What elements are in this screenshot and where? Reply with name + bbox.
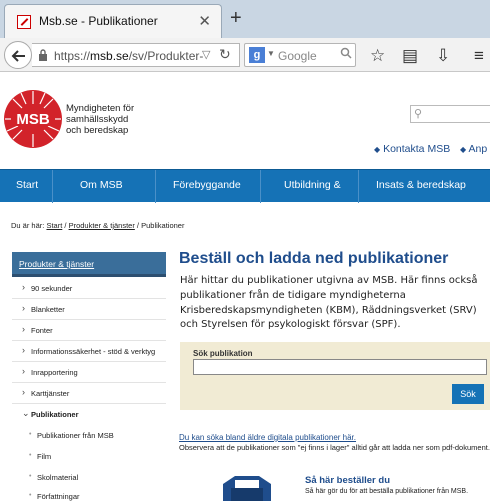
howto-text: Så här gör du för att beställa publikati… [305,488,469,495]
web-search-placeholder: Google [278,49,317,63]
sidebar-subitem-film[interactable]: • Film [12,446,166,467]
browser-tabbar: Msb.se - Publikationer ✕ + [0,0,490,38]
sidebar-subitem-forfattningar[interactable]: • Författningar [12,486,166,501]
tab-title: Msb.se - Publikationer [39,14,158,28]
bullet-icon: • [29,473,32,480]
diamond-icon: ◆ [460,145,467,154]
intro-text: Här hittar du publikationer utgivna av M… [180,275,478,331]
search-label: Sök publikation [193,349,253,358]
bullet-icon: • [29,452,32,459]
nav-start[interactable]: Start [16,170,38,203]
publication-search-panel: Sök publikation Sök [180,342,490,410]
older-publications-link[interactable]: Du kan söka bland äldre digitala publika… [179,433,356,442]
lock-icon [39,49,47,61]
order-icon [223,476,271,501]
anp-link[interactable]: ◆ Anp [460,143,487,155]
url-bar[interactable]: https://msb.se/sv/Produkter- ▽ ↻ [32,43,240,67]
bullet-icon: • [29,431,32,438]
url-text: https://msb.se/sv/Produkter- [54,49,204,63]
chevron-right-icon: › [22,324,25,334]
chevron-right-icon: › [22,387,25,397]
magnifier-icon: ⚲ [414,108,423,120]
sidebar-item-informationssakerhet[interactable]: › Informationssäkerhet - stöd & verktyg [12,341,166,362]
breadcrumb-start[interactable]: Start [46,221,62,230]
bookmark-star-icon[interactable]: ☆ [370,46,385,66]
site-header: MSB Myndigheten för samhällsskydd och be… [0,73,490,169]
breadcrumb-produkter[interactable]: Produkter & tjänster [69,221,135,230]
browser-tab[interactable]: Msb.se - Publikationer ✕ [4,4,222,38]
sidebar-heading[interactable]: Produkter & tjänster [12,252,166,277]
sidebar-item-blanketter[interactable]: › Blanketter [12,299,166,320]
browser-toolbar: https://msb.se/sv/Produkter- ▽ ↻ g ▼ Goo… [0,38,490,72]
reading-list-icon[interactable]: ▤ [402,46,418,66]
sidebar-item-fonter[interactable]: › Fonter [12,320,166,341]
stock-note: Observera att de publikationer som "ej f… [179,443,490,452]
web-search-bar[interactable]: g ▼ Google [244,43,356,67]
nav-om-msb[interactable]: Om MSB [80,170,123,203]
downloads-icon[interactable]: ⇩ [436,46,450,66]
search-button[interactable]: Sök [452,384,484,404]
sidebar-subitem-skolmaterial[interactable]: • Skolmaterial [12,467,166,488]
sidebar-subitem-publikationer-fran-msb[interactable]: • Publikationer från MSB [12,425,166,446]
page-title: Beställ och ladda ned publikationer [179,250,449,267]
breadcrumb-current: Publikationer [141,221,185,230]
nav-forebyggande[interactable]: Förebyggande [173,170,241,203]
sidebar-item-publikationer[interactable]: ⌄ Publikationer [12,404,166,425]
search-icon[interactable] [340,47,352,59]
back-button[interactable] [4,41,32,69]
howto-title[interactable]: Så här beställer du [305,475,390,486]
search-engine-dropdown-icon[interactable]: ▼ [267,49,275,58]
publication-search-input[interactable] [193,359,487,375]
chevron-right-icon: › [22,303,25,313]
chevron-right-icon: › [22,345,25,355]
logo-text: MSB [16,111,50,128]
sidebar-item-inrapportering[interactable]: › Inrapportering [12,362,166,383]
chevron-down-icon: ⌄ [22,408,30,418]
reload-icon[interactable]: ↻ [219,46,231,63]
google-icon: g [249,47,265,63]
breadcrumb: Du är här: Start / Produkter & tjänster … [11,221,185,230]
close-tab-icon[interactable]: ✕ [198,12,211,30]
sidebar-item-90-sekunder[interactable]: › 90 sekunder [12,278,166,299]
chevron-right-icon: › [22,282,25,292]
sidebar-item-karttjanster[interactable]: › Karttjänster [12,383,166,404]
diamond-icon: ◆ [374,145,381,154]
site-search-input[interactable]: ⚲ [410,105,490,123]
msb-logo[interactable]: MSB [3,89,63,149]
back-arrow-icon [11,50,25,62]
nav-insats[interactable]: Insats & beredskap [376,170,466,203]
url-dropdown-icon[interactable]: ▽ [202,48,210,61]
new-tab-icon[interactable]: + [230,7,242,30]
site-favicon-icon [17,15,31,29]
contact-link[interactable]: ◆ Kontakta MSB [374,143,450,155]
main-nav: Start Om MSB Förebyggande Utbildning & I… [0,169,490,203]
menu-icon[interactable]: ≡ [474,46,484,66]
bullet-icon: • [29,492,32,499]
nav-utbildning[interactable]: Utbildning & [284,170,341,203]
org-name: Myndigheten för samhällsskydd och bereds… [66,103,135,136]
chevron-right-icon: › [22,366,25,376]
